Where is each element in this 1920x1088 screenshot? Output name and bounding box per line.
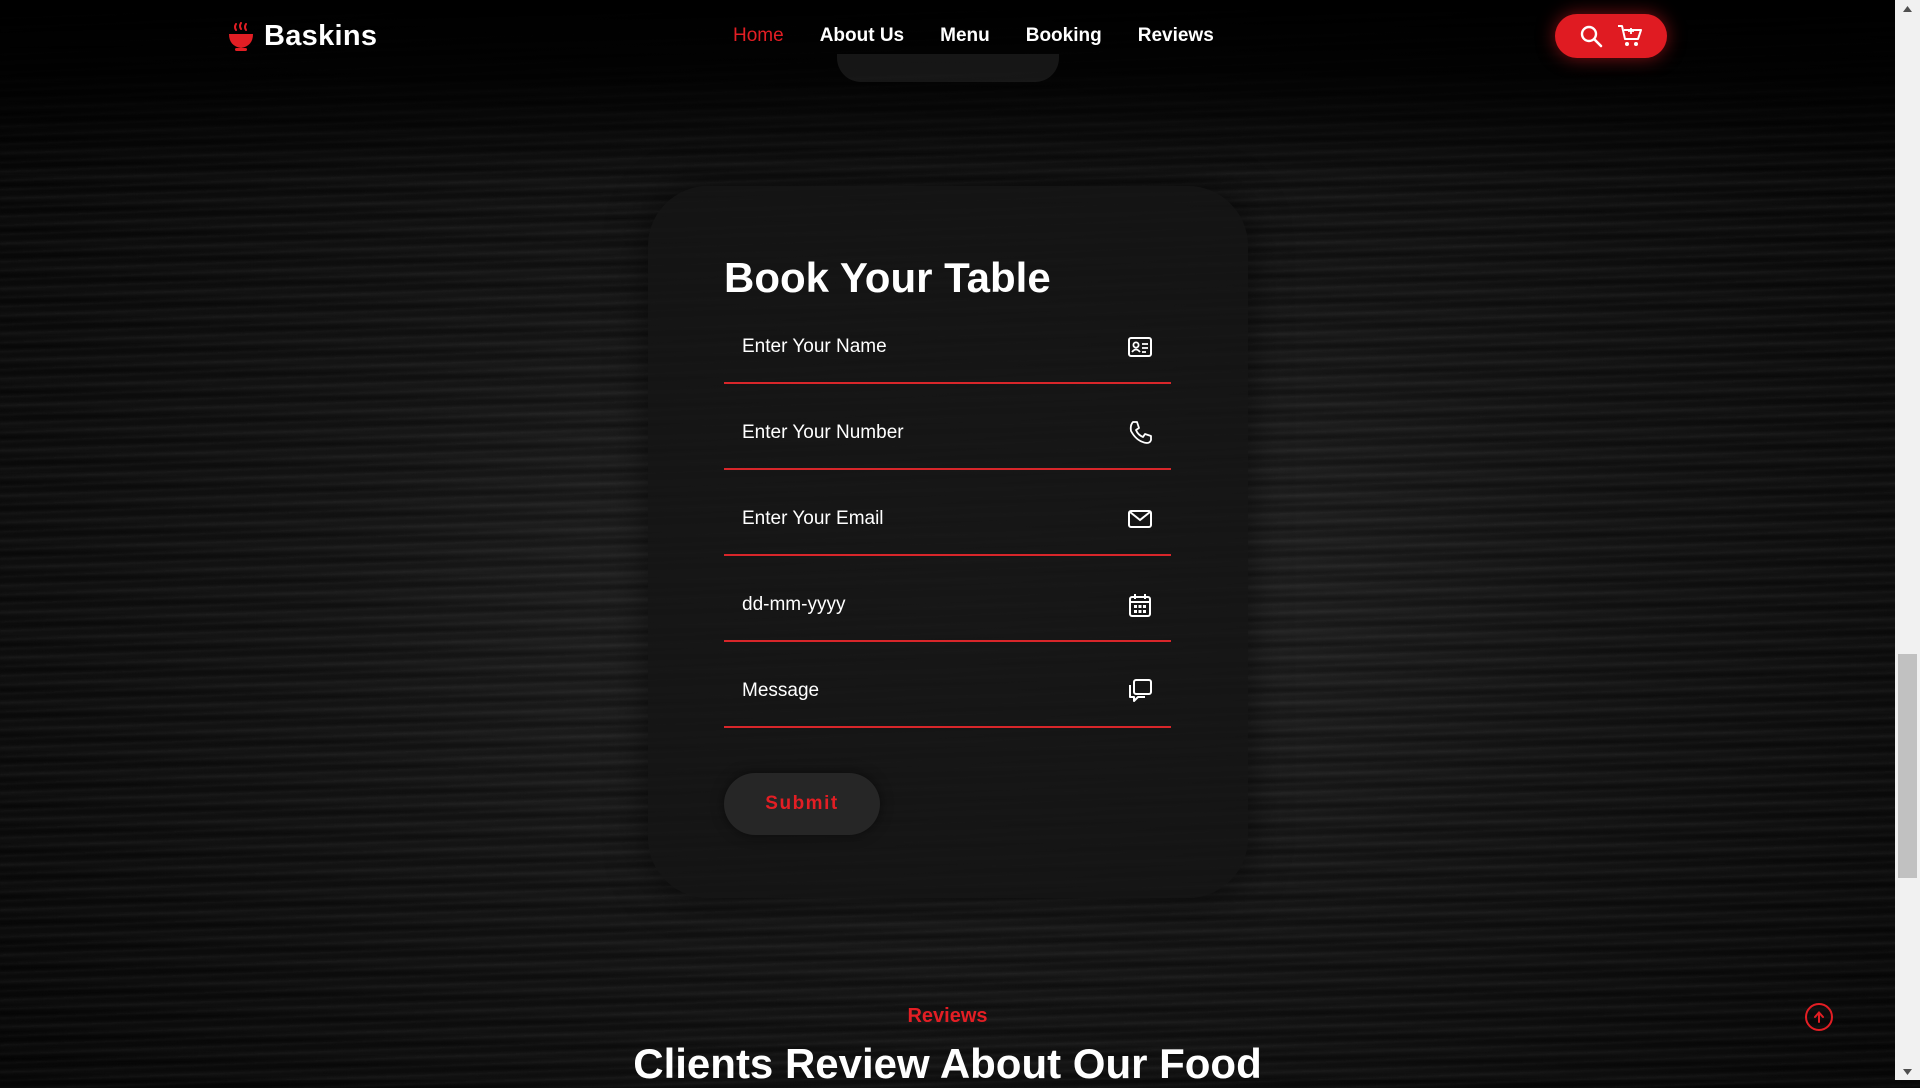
- booking-card: Book Your Table Enter Your Name Enter Yo…: [648, 186, 1248, 898]
- submit-button[interactable]: Submit: [724, 773, 880, 835]
- arrow-up-icon: [1812, 1010, 1826, 1024]
- message-field-placeholder: Message: [742, 680, 820, 701]
- nav-booking[interactable]: Booking: [1026, 25, 1102, 47]
- scroll-up-arrow-icon[interactable]: [1895, 0, 1920, 17]
- phone-field-placeholder: Enter Your Number: [742, 422, 904, 443]
- date-field[interactable]: dd-mm-yyyy: [724, 570, 1171, 642]
- cart-icon[interactable]: [1617, 24, 1643, 48]
- food-bowl-icon: [228, 21, 254, 52]
- mail-icon: [1127, 506, 1153, 532]
- nav-about-us[interactable]: About Us: [820, 25, 904, 47]
- nav-reviews[interactable]: Reviews: [1138, 25, 1214, 47]
- main-nav: Home About Us Menu Booking Reviews: [733, 25, 1214, 47]
- email-field[interactable]: Enter Your Email: [724, 484, 1171, 556]
- page-scrollbar[interactable]: [1895, 0, 1920, 1080]
- scrollbar-thumb[interactable]: [1898, 654, 1917, 878]
- chat-icon: [1127, 678, 1153, 704]
- previous-section-button-edge: [837, 54, 1059, 82]
- reviews-heading: Clients Review About Our Food: [633, 1040, 1262, 1087]
- reviews-kicker: Reviews: [907, 1005, 988, 1027]
- brand-name: Baskins: [264, 20, 378, 52]
- date-field-placeholder: dd-mm-yyyy: [742, 594, 846, 615]
- scroll-down-arrow-icon[interactable]: [1895, 1063, 1920, 1080]
- nav-home[interactable]: Home: [733, 25, 784, 47]
- scroll-to-top-button[interactable]: [1805, 1003, 1833, 1031]
- name-field[interactable]: Enter Your Name: [724, 312, 1171, 384]
- nav-menu[interactable]: Menu: [940, 25, 990, 47]
- message-field[interactable]: Message: [724, 656, 1171, 728]
- booking-title: Book Your Table: [724, 254, 1051, 301]
- phone-icon: [1127, 420, 1153, 446]
- email-field-placeholder: Enter Your Email: [742, 508, 884, 529]
- header-actions: [1555, 14, 1667, 58]
- phone-field[interactable]: Enter Your Number: [724, 398, 1171, 470]
- name-field-placeholder: Enter Your Name: [742, 336, 887, 357]
- calendar-icon[interactable]: [1127, 592, 1153, 618]
- brand-logo[interactable]: Baskins: [228, 20, 377, 53]
- id-card-icon: [1127, 334, 1153, 360]
- search-icon[interactable]: [1579, 24, 1603, 48]
